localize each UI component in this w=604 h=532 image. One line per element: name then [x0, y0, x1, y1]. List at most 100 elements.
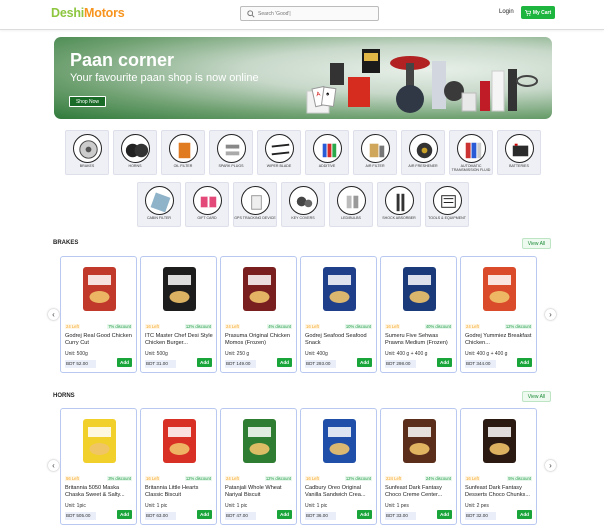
- product-card[interactable]: 56 Left 3% discount Britannia 5050 Maska C…: [60, 408, 137, 525]
- add-to-cart-button[interactable]: Add: [517, 510, 532, 519]
- scroll-right-arrow-icon[interactable]: ›: [545, 460, 556, 471]
- category-tile[interactable]: KEY COVERS: [281, 182, 325, 227]
- product-name[interactable]: Britannia Little Hearts Classic Biscuit: [145, 485, 215, 498]
- category-tile[interactable]: TOOLS & EQUIPMENT: [425, 182, 469, 227]
- product-image[interactable]: [311, 415, 368, 467]
- category-tile[interactable]: BATTERIES: [497, 130, 541, 175]
- category-tile[interactable]: HORNS: [113, 130, 157, 175]
- category-tile[interactable]: ADDITIVE: [305, 130, 349, 175]
- discount-badge: 7% discount: [107, 324, 132, 329]
- category-label: ADDITIVE: [318, 164, 336, 168]
- product-name[interactable]: ITC Master Chef Desi Style Chicken Burge…: [145, 333, 215, 346]
- product-name[interactable]: Godrej Real Good Chicken Curry Cut: [65, 333, 135, 346]
- top-navbar: DeshiMotors Login My Cart: [0, 0, 604, 30]
- category-tile[interactable]: AUTOMATIC TRANSMISSION FLUID: [449, 130, 493, 175]
- product-price: BDT 149.00: [225, 360, 256, 368]
- discount-badge: 12% discount: [504, 324, 532, 329]
- product-image[interactable]: [231, 415, 288, 467]
- login-link[interactable]: Login: [499, 9, 514, 15]
- product-card[interactable]: 24 Left 4% discount Prasuma Original Chick…: [220, 256, 297, 373]
- product-card[interactable]: 16 Left 10% discount Godrej Seafood Seafoo…: [300, 256, 377, 373]
- product-name[interactable]: Sunfeast Dark Fantasy Choco Creme Center…: [385, 485, 455, 498]
- category-tile[interactable]: LED/BULBS: [329, 182, 373, 227]
- discount-badge: 24% discount: [424, 476, 452, 481]
- product-card[interactable]: 16 Left 12% discount ITC Master Chef Desi …: [140, 256, 217, 373]
- category-tile[interactable]: WIPER BLADE: [257, 130, 301, 175]
- product-image[interactable]: [71, 263, 128, 315]
- category-label: HORNS: [128, 164, 142, 168]
- product-card[interactable]: 16 Left 12% discount Britannia Little Hear…: [140, 408, 217, 525]
- product-price: BDT 47.00: [225, 512, 256, 520]
- discount-badge: 12% discount: [184, 476, 212, 481]
- category-label: GPS TRACKING DEVICE: [234, 216, 276, 220]
- product-name[interactable]: Godrej Yummiez Breakfast Chicken...: [465, 333, 535, 346]
- category-tile[interactable]: SPARK PLUGS: [209, 130, 253, 175]
- product-price: BDT 298.00: [385, 360, 416, 368]
- add-to-cart-button[interactable]: Add: [117, 358, 132, 367]
- category-tile[interactable]: CABIN FILTER: [137, 182, 181, 227]
- product-image[interactable]: [311, 263, 368, 315]
- add-to-cart-button[interactable]: Add: [437, 510, 452, 519]
- product-image[interactable]: [151, 263, 208, 315]
- category-tile[interactable]: GIFT CARD: [185, 182, 229, 227]
- product-image[interactable]: [471, 263, 528, 315]
- product-card[interactable]: 224 Left 24% discount Sunfeast Dark Fantas…: [380, 408, 457, 525]
- product-name[interactable]: Prasuma Original Chicken Momos (Frozen): [225, 333, 295, 346]
- scroll-right-arrow-icon[interactable]: ›: [545, 309, 556, 320]
- add-to-cart-button[interactable]: Add: [277, 358, 292, 367]
- key-cover-icon: [289, 186, 318, 215]
- discount-badge: 5% discount: [507, 476, 532, 481]
- transmission-fluid-icon: [457, 134, 486, 163]
- banner-title: Paan corner: [70, 50, 175, 70]
- product-card[interactable]: 24 Left 12% discount Godrej Yummiez Breakf…: [460, 256, 537, 373]
- my-cart-button[interactable]: My Cart: [521, 6, 555, 19]
- product-image[interactable]: [151, 415, 208, 467]
- product-unit: Unit: 1pic: [65, 503, 86, 509]
- add-to-cart-button[interactable]: Add: [197, 510, 212, 519]
- search-input[interactable]: [258, 8, 376, 19]
- product-card[interactable]: 16 Left 40% discount Sumeru Five Sehwas Pr…: [380, 256, 457, 373]
- category-tile[interactable]: AIR FRESHENER: [401, 130, 445, 175]
- site-logo[interactable]: DeshiMotors: [51, 6, 125, 20]
- category-row-1: BRAKES HORNS OIL FILTER SPARK PLUGS WIPER BL…: [54, 130, 552, 175]
- add-to-cart-button[interactable]: Add: [517, 358, 532, 367]
- scroll-left-arrow-icon[interactable]: ‹: [48, 309, 59, 320]
- stock-left-badge: 16 Left: [385, 324, 400, 329]
- add-to-cart-button[interactable]: Add: [197, 358, 212, 367]
- add-to-cart-button[interactable]: Add: [357, 510, 372, 519]
- product-name[interactable]: Sunfeast Dark Fantasy Desserts Choco Chu…: [465, 485, 535, 498]
- product-image[interactable]: [391, 263, 448, 315]
- product-name[interactable]: Godrej Seafood Seafood Snack: [305, 333, 375, 346]
- category-tile[interactable]: AIR FILTER: [353, 130, 397, 175]
- add-to-cart-button[interactable]: Add: [357, 358, 372, 367]
- product-image[interactable]: [71, 415, 128, 467]
- product-image[interactable]: [471, 415, 528, 467]
- category-label: OIL FILTER: [173, 164, 193, 168]
- add-to-cart-button[interactable]: Add: [117, 510, 132, 519]
- section-title-horns: HORNS: [53, 393, 75, 399]
- product-card[interactable]: 16 Left 5% discount Sunfeast Dark Fantasy …: [460, 408, 537, 525]
- stock-left-badge: 24 Left: [465, 324, 480, 329]
- promo-banner[interactable]: Paan corner Your favourite paan shop is …: [54, 37, 552, 119]
- product-name[interactable]: Cadbury Oreo Original Vanilla Sandwich C…: [305, 485, 375, 498]
- air-freshener-icon: [409, 134, 438, 163]
- view-all-horns-button[interactable]: View All: [522, 391, 551, 402]
- product-name[interactable]: Sumeru Five Sehwas Prawns Medium (Frozen…: [385, 333, 455, 346]
- add-to-cart-button[interactable]: Add: [277, 510, 292, 519]
- product-card[interactable]: 24 Left 12% discount Patanjali Whole Wheat…: [220, 408, 297, 525]
- shop-now-button[interactable]: Shop Now: [69, 96, 106, 107]
- scroll-left-arrow-icon[interactable]: ‹: [48, 460, 59, 471]
- product-name[interactable]: Patanjali Whole Wheat Nariyal Biscuit: [225, 485, 295, 498]
- category-tile[interactable]: BRAKES: [65, 130, 109, 175]
- product-card[interactable]: 16 Left 12% discount Cadbury Oreo Original…: [300, 408, 377, 525]
- product-image[interactable]: [231, 263, 288, 315]
- product-name[interactable]: Britannia 5050 Maska Chaska Sweet & Salt…: [65, 485, 135, 498]
- product-card[interactable]: 24 Left 7% discount Godrej Real Good Chick…: [60, 256, 137, 373]
- search-bar[interactable]: [240, 6, 379, 21]
- view-all-brakes-button[interactable]: View All: [522, 238, 551, 249]
- category-tile[interactable]: GPS TRACKING DEVICE: [233, 182, 277, 227]
- category-tile[interactable]: OIL FILTER: [161, 130, 205, 175]
- add-to-cart-button[interactable]: Add: [437, 358, 452, 367]
- product-image[interactable]: [391, 415, 448, 467]
- category-tile[interactable]: SHOCK ABSORBER: [377, 182, 421, 227]
